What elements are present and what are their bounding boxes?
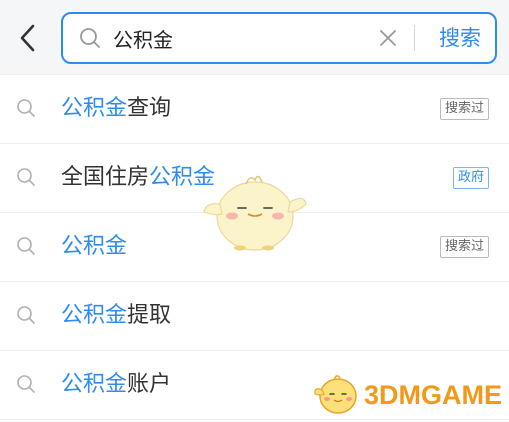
suggestion-text: 公积金账户 <box>61 351 171 419</box>
search-icon <box>17 306 35 324</box>
close-icon[interactable] <box>377 27 399 49</box>
search-icon <box>17 99 35 117</box>
suggestion-highlight: 公积金 <box>61 234 128 259</box>
list-item[interactable]: 公积金查询 搜索过 <box>0 75 509 144</box>
search-page: 搜索 公积金查询 搜索过 全国住房公积金 政府 公积金 <box>0 0 509 422</box>
suggestion-highlight: 公积金 <box>149 165 216 190</box>
search-icon <box>17 168 35 186</box>
search-icon <box>17 375 35 393</box>
suggestion-text: 公积金 <box>61 213 127 281</box>
search-input[interactable] <box>113 20 363 56</box>
suggestion-highlight: 公积金 <box>61 303 128 328</box>
chevron-left-icon <box>20 24 35 52</box>
list-item[interactable]: 公积金账户 <box>0 351 509 420</box>
suggestion-highlight: 公积金 <box>61 96 128 121</box>
search-icon <box>17 237 35 255</box>
list-item[interactable]: 全国住房公积金 政府 <box>0 144 509 213</box>
list-item[interactable]: 公积金提取 <box>0 282 509 351</box>
suggestion-suffix: 查询 <box>127 96 172 121</box>
search-header: 搜索 <box>0 0 509 75</box>
search-box[interactable]: 搜索 <box>61 12 497 64</box>
back-button[interactable] <box>12 18 44 58</box>
suggestion-suffix: 提取 <box>127 303 172 328</box>
history-badge: 搜索过 <box>439 236 489 258</box>
search-divider <box>414 25 415 51</box>
suggestion-text: 公积金查询 <box>61 75 171 143</box>
suggestion-prefix: 全国住房 <box>61 165 150 190</box>
government-badge: 政府 <box>452 167 489 189</box>
search-button[interactable]: 搜索 <box>439 24 481 52</box>
suggestion-highlight: 公积金 <box>61 372 128 397</box>
suggestion-text: 全国住房公积金 <box>61 144 215 212</box>
search-icon <box>80 28 100 48</box>
history-badge: 搜索过 <box>439 98 489 120</box>
list-item[interactable]: 公积金 搜索过 <box>0 213 509 282</box>
suggestion-text: 公积金提取 <box>61 282 171 350</box>
suggestion-list: 公积金查询 搜索过 全国住房公积金 政府 公积金 搜索过 公积金提取 公积金账户 <box>0 75 509 420</box>
suggestion-suffix: 账户 <box>127 372 172 397</box>
